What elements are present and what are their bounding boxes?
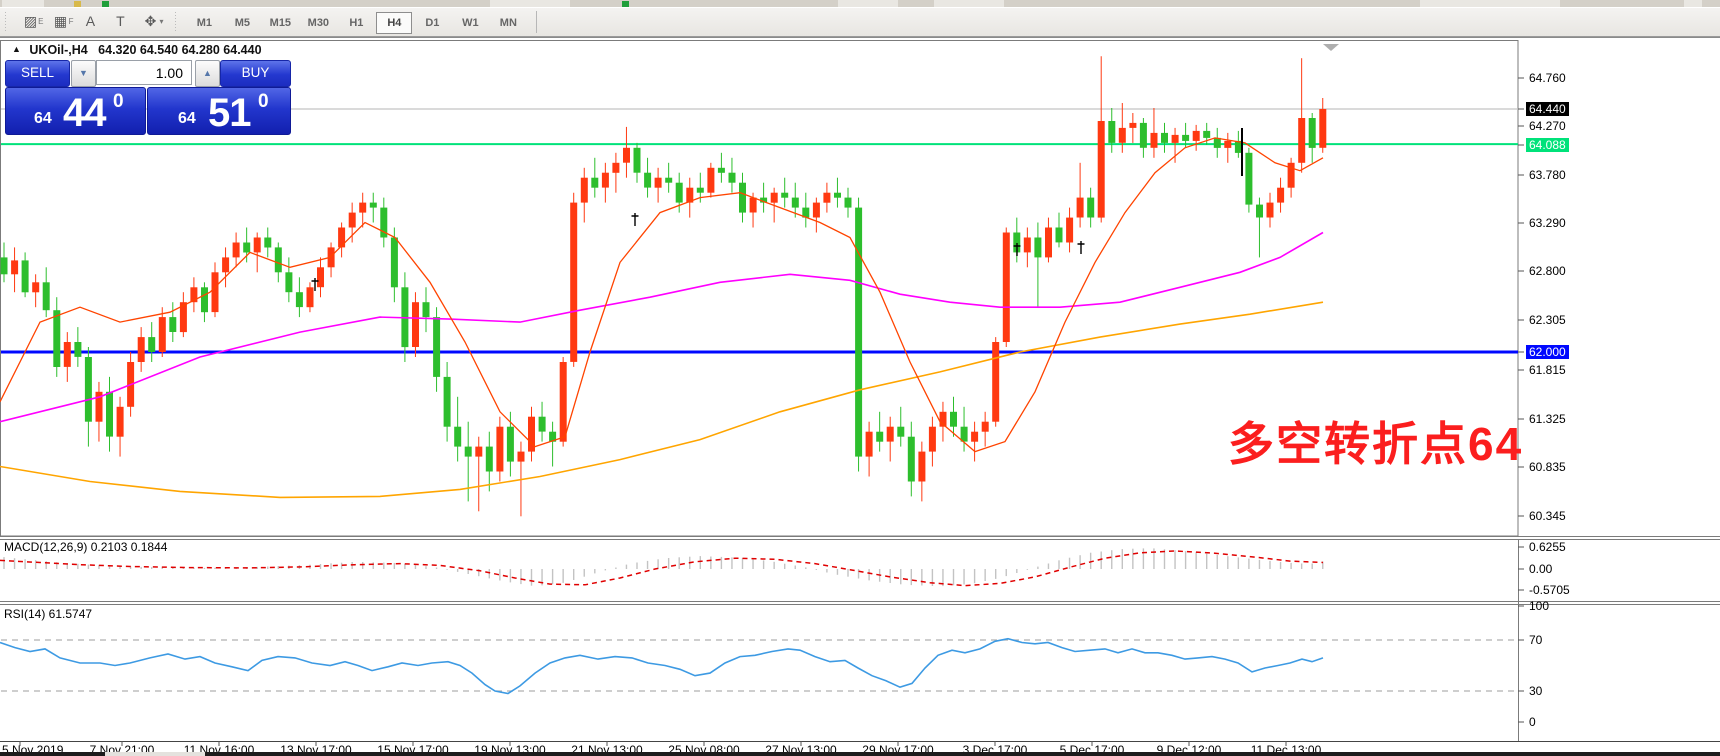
ohlc-values: 64.320 64.540 64.280 64.440 (98, 43, 262, 57)
symbol-title: UKOil-,H4 (29, 43, 88, 57)
chart-shift-marker (1323, 44, 1339, 51)
price-tick-label: 70 (1529, 633, 1543, 647)
buy-button[interactable]: BUY (220, 60, 291, 87)
collapse-triangle-icon[interactable]: ▲ (12, 44, 21, 54)
price-tick-label: 60.835 (1529, 460, 1566, 474)
status-bar-strip (0, 752, 1720, 756)
price-label-green: 64.088 (1526, 138, 1569, 152)
price-tick-label: 60.345 (1529, 509, 1566, 523)
price-tick-label: 0.6255 (1529, 540, 1566, 554)
sell-button[interactable]: SELL (5, 60, 70, 87)
buy-price-quote[interactable]: 64 51 0 (147, 87, 291, 135)
price-tick-label: 63.780 (1529, 168, 1566, 182)
chart-title: ▲ UKOil-,H4 64.320 64.540 64.280 64.440 (12, 43, 262, 57)
buy-price-major: 64 (178, 110, 196, 127)
price-tick-label: -0.5705 (1529, 583, 1570, 597)
price-tick-label: 100 (1529, 599, 1550, 613)
cursor-mark (631, 213, 639, 226)
sell-price-point: 0 (113, 91, 124, 112)
buy-price-pips: 51 (208, 91, 251, 135)
volume-increase-button[interactable]: ▲ (195, 60, 220, 87)
price-tick-label: 0.00 (1529, 562, 1553, 576)
sell-price-quote[interactable]: 64 44 0 (5, 87, 146, 135)
buy-price-point: 0 (258, 91, 269, 112)
price-label-current: 64.440 (1526, 102, 1569, 116)
price-label-blue: 62.000 (1526, 345, 1569, 359)
price-tick-label: 62.800 (1529, 264, 1566, 278)
mt4-window: ▨ E ▦ F A T ✥ ▾ M1 M5 M15 M30 H1 H4 D1 W1 MN ▲ UKOil-,H… (0, 0, 1720, 756)
volume-decrease-button[interactable]: ▼ (71, 60, 96, 87)
macd-indicator-label: MACD(12,26,9) 0.2103 0.1844 (4, 540, 168, 554)
cursor-mark (1077, 241, 1085, 254)
price-tick-label: 61.815 (1529, 363, 1566, 377)
sell-price-major: 64 (34, 110, 52, 127)
price-tick-label: 30 (1529, 684, 1543, 698)
price-tick-label: 61.325 (1529, 412, 1566, 426)
volume-input[interactable] (96, 60, 192, 85)
price-tick-label: 0 (1529, 715, 1536, 729)
one-click-trading-panel: SELL ▼ ▲ BUY 64 44 0 64 51 0 (5, 60, 291, 135)
price-tick-label: 62.305 (1529, 313, 1566, 327)
price-tick-label: 64.760 (1529, 71, 1566, 85)
sell-price-pips: 44 (63, 91, 106, 135)
price-tick-label: 63.290 (1529, 216, 1566, 230)
price-tick-label: 64.270 (1529, 119, 1566, 133)
rsi-indicator-label: RSI(14) 61.5747 (4, 607, 93, 621)
chart-text-annotation: 多空转折点64 (1228, 418, 1524, 470)
